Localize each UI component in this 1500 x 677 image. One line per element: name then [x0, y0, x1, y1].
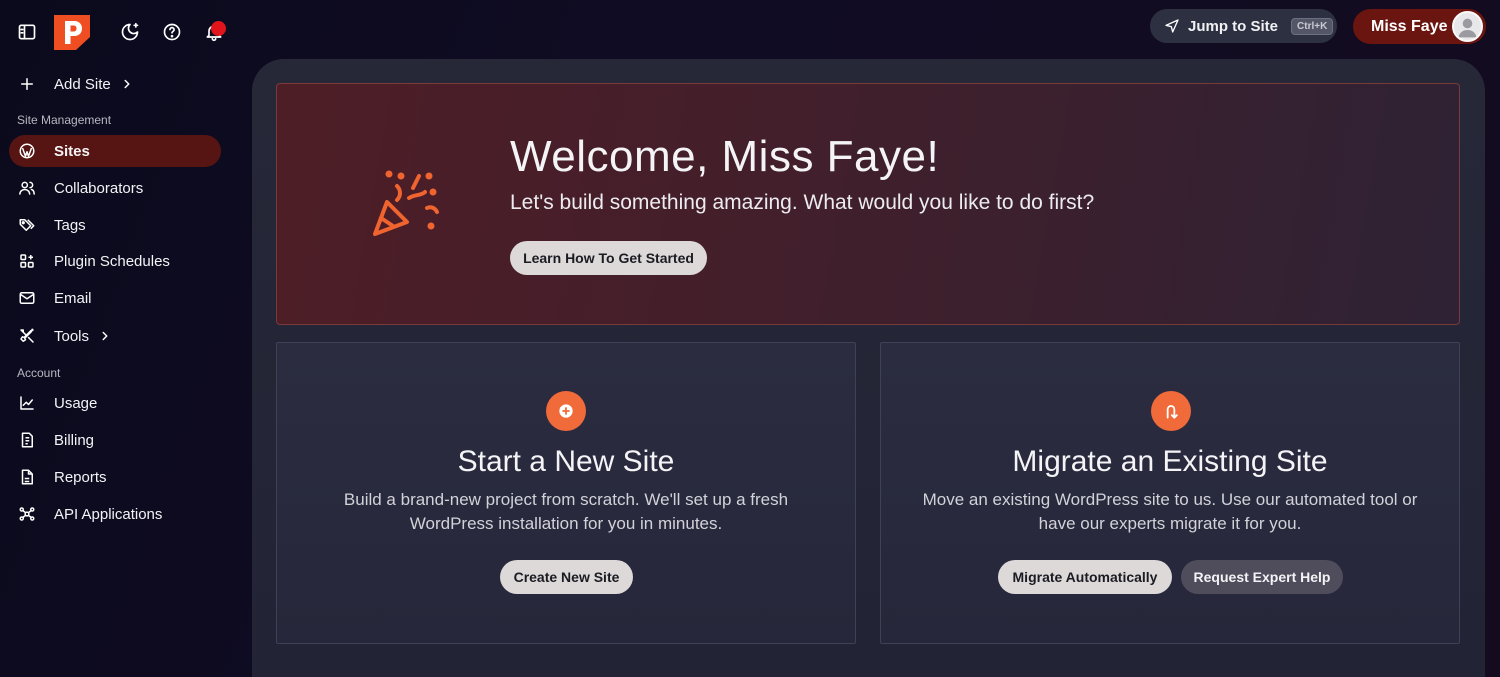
theme-toggle-icon[interactable]: [118, 20, 142, 44]
migrate-site-card: Migrate an Existing Site Move an existin…: [880, 342, 1460, 644]
jump-to-site-label: Jump to Site: [1188, 17, 1279, 35]
sidebar-item-label: Tags: [54, 216, 86, 234]
navigation-arrow-icon: [1165, 19, 1179, 33]
sidebar-item-label: Billing: [54, 431, 95, 449]
sidebar-item-label: Plugin Schedules: [54, 252, 170, 270]
sidebar-item-collaborators[interactable]: Collaborators: [9, 172, 221, 204]
create-new-site-button[interactable]: Create New Site: [500, 560, 633, 594]
sidebar-toggle-icon[interactable]: [15, 20, 39, 44]
card-title: Migrate an Existing Site: [1012, 445, 1328, 478]
sidebar-item-label: Collaborators: [54, 179, 144, 197]
avatar: [1452, 11, 1483, 42]
jump-to-site-button[interactable]: Jump to Site Ctrl+K: [1150, 9, 1337, 43]
welcome-subtitle: Let's build something amazing. What woul…: [510, 191, 1095, 214]
logo[interactable]: [54, 15, 90, 50]
add-site-button[interactable]: Add Site: [9, 68, 221, 100]
sidebar-item-label: Sites: [54, 142, 90, 160]
shortcut-hint: Ctrl+K: [1291, 17, 1334, 35]
file-report-icon: [17, 467, 37, 487]
welcome-title: Welcome, Miss Faye!: [510, 132, 940, 181]
mail-icon: [17, 288, 37, 308]
card-description: Move an existing WordPress site to us. U…: [922, 490, 1418, 533]
sidebar-item-reports[interactable]: Reports: [9, 461, 221, 493]
top-bar: Jump to Site Ctrl+K Miss Faye: [0, 0, 1500, 60]
card-description: Build a brand-new project from scratch. …: [343, 490, 789, 533]
help-icon[interactable]: [160, 20, 184, 44]
user-menu-button[interactable]: Miss Faye: [1353, 9, 1486, 44]
start-new-site-card: Start a New Site Build a brand-new proje…: [276, 342, 856, 644]
section-label-account: Account: [17, 366, 61, 380]
sidebar-item-tools[interactable]: Tools: [9, 320, 221, 352]
chart-line-icon: [17, 393, 37, 413]
sidebar-item-label: Usage: [54, 394, 98, 412]
sidebar-item-billing[interactable]: Billing: [9, 424, 221, 456]
section-label-site-management: Site Management: [17, 113, 112, 127]
migrate-arrow-icon: [1151, 391, 1191, 431]
learn-how-button[interactable]: Learn How To Get Started: [510, 241, 707, 275]
request-expert-help-button[interactable]: Request Expert Help: [1181, 560, 1343, 594]
plus-circle-icon: [546, 391, 586, 431]
tools-icon: [17, 326, 37, 346]
chevron-right-icon: [124, 79, 130, 89]
notification-badge: [211, 21, 226, 36]
wordpress-icon: [17, 141, 37, 161]
sidebar-item-usage[interactable]: Usage: [9, 387, 221, 419]
sidebar-item-label: Tools: [54, 327, 90, 345]
users-icon: [17, 178, 37, 198]
sidebar-item-email[interactable]: Email: [9, 282, 221, 314]
welcome-banner: Welcome, Miss Faye! Let's build somethin…: [276, 83, 1460, 325]
migrate-automatically-button[interactable]: Migrate Automatically: [998, 560, 1172, 594]
sidebar-item-label: API Applications: [54, 505, 163, 523]
sidebar-item-tags[interactable]: Tags: [9, 209, 221, 241]
sidebar-item-label: Email: [54, 289, 92, 307]
sidebar-item-sites[interactable]: Sites: [9, 135, 221, 167]
main-panel: Welcome, Miss Faye! Let's build somethin…: [252, 59, 1485, 677]
plus-icon: [17, 74, 37, 94]
chevron-right-icon: [102, 331, 108, 341]
grid-icon: [17, 251, 37, 271]
tags-icon: [17, 215, 37, 235]
card-title: Start a New Site: [457, 445, 675, 478]
sidebar-item-plugin-schedules[interactable]: Plugin Schedules: [9, 245, 221, 277]
network-icon: [17, 504, 37, 524]
add-site-label: Add Site: [54, 75, 111, 93]
invoice-icon: [17, 430, 37, 450]
user-name: Miss Faye: [1371, 17, 1448, 35]
party-popper-icon: [373, 170, 439, 236]
sidebar-item-label: Reports: [54, 468, 107, 486]
sidebar-item-api-applications[interactable]: API Applications: [9, 498, 221, 530]
